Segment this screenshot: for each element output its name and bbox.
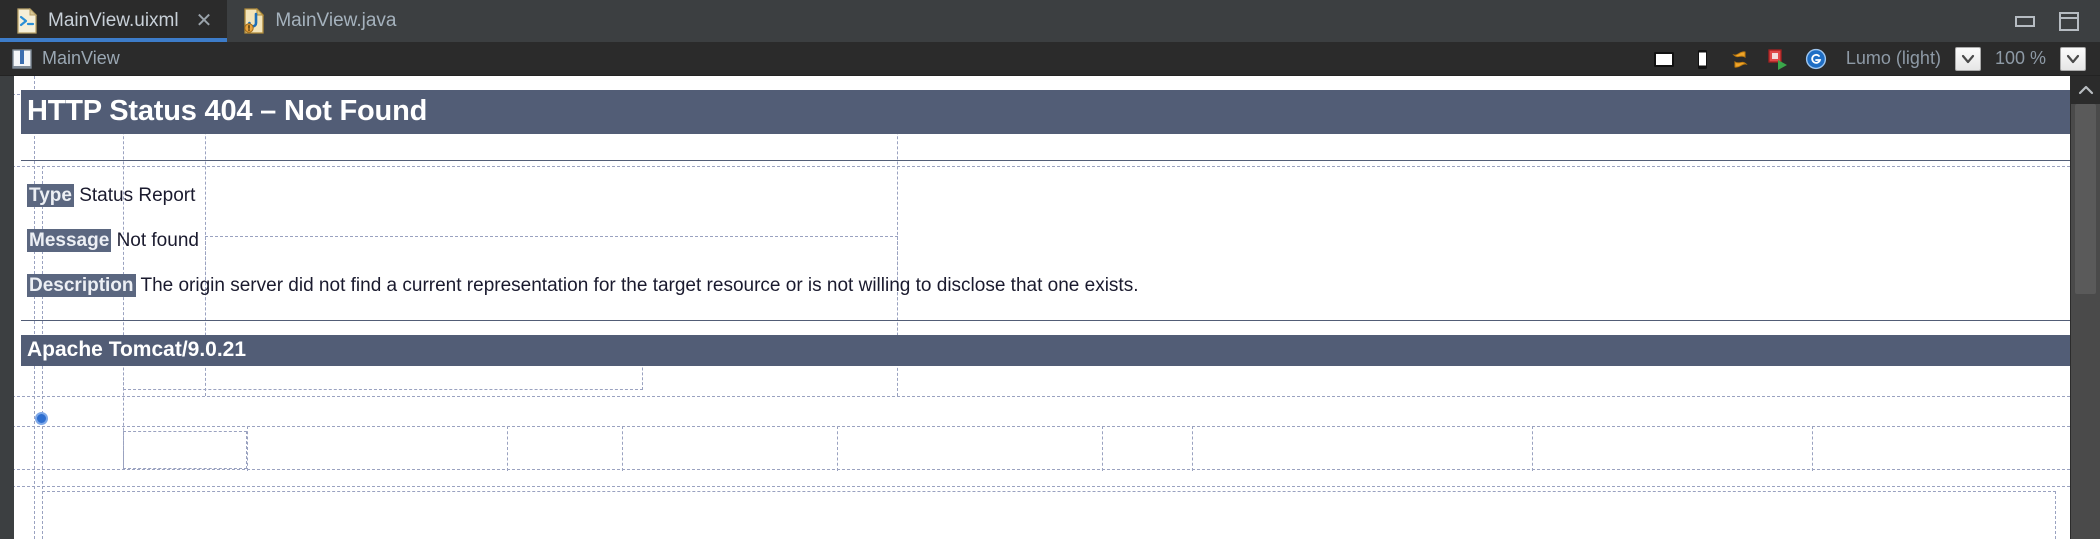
error-page: HTTP Status 404 – Not Found Type Status …: [21, 90, 2070, 367]
designer-toolbar-right: Lumo (light) 100 %: [1652, 46, 2094, 71]
theme-dropdown-button[interactable]: [1954, 46, 1981, 71]
error-row-description: Description The origin server did not fi…: [21, 269, 2070, 303]
designer-view-title: MainView: [42, 48, 120, 68]
mobile-preview-icon[interactable]: [1690, 47, 1714, 71]
tab-label: MainView.java: [275, 10, 397, 31]
maximize-restore-icon[interactable]: [2056, 10, 2082, 32]
error-row-key: Description: [27, 273, 136, 297]
theme-icon[interactable]: [1804, 47, 1828, 71]
layout-guide-vertical: [507, 426, 508, 471]
layout-guide-vertical: [622, 426, 623, 471]
design-canvas-viewport[interactable]: HTTP Status 404 – Not Found Type Status …: [7, 76, 2070, 539]
zoom-dropdown-button[interactable]: [2060, 46, 2086, 71]
error-heading: HTTP Status 404 – Not Found: [21, 90, 2070, 135]
layout-guide-vertical: [1192, 426, 1193, 471]
error-row-value: Status Report: [79, 185, 196, 207]
scroll-up-button[interactable]: [2071, 76, 2100, 104]
layout-guide-vertical: [837, 426, 838, 471]
error-row-key: Type: [27, 184, 74, 208]
error-row-type: Type Status Report: [21, 179, 2070, 213]
window-controls: [2012, 0, 2100, 42]
layout-guide-vertical: [1812, 426, 1813, 471]
uixml-file-icon: [16, 8, 38, 34]
tab-mainview-uixml[interactable]: MainView.uixml ✕: [0, 0, 228, 42]
layout-guide-vertical: [1102, 426, 1103, 471]
designer-view-icon: [10, 47, 34, 71]
theme-name-label: Lumo (light): [1845, 48, 1941, 68]
error-row-key: Message: [27, 228, 112, 252]
tab-label: MainView.uixml: [48, 10, 179, 31]
vertical-scrollbar[interactable]: [2070, 76, 2100, 539]
layout-guide-vertical: [247, 426, 248, 471]
layout-guide-region: [42, 491, 2056, 539]
layout-guide-horizontal: [7, 486, 2070, 487]
layout-guide-horizontal: [7, 469, 2070, 470]
java-file-icon: [243, 8, 265, 34]
error-divider-bottom: [21, 320, 2070, 322]
editor-tab-bar: MainView.uixml ✕ MainView.java: [0, 0, 2100, 42]
design-canvas[interactable]: HTTP Status 404 – Not Found Type Status …: [0, 76, 2100, 539]
error-row-value: The origin server did not find a current…: [140, 274, 1139, 296]
error-row-message: Message Not found: [21, 224, 2070, 258]
layout-guide-vertical: [1532, 426, 1533, 471]
error-divider: [21, 160, 2070, 162]
layout-guide-horizontal: [7, 426, 2070, 427]
desktop-preview-icon[interactable]: [1652, 47, 1676, 71]
zoom-level-label: 100 %: [1994, 48, 2046, 68]
designer-toolbar: MainView Lumo (light) 100 %: [0, 42, 2100, 76]
canvas-left-gutter: [7, 76, 14, 539]
scrollbar-thumb[interactable]: [2075, 104, 2096, 294]
error-footer: Apache Tomcat/9.0.21: [21, 335, 2070, 367]
close-icon[interactable]: ✕: [193, 11, 216, 31]
stop-run-icon[interactable]: [1766, 47, 1790, 71]
tab-mainview-java[interactable]: MainView.java: [227, 0, 408, 42]
layout-guide-horizontal: [7, 396, 2070, 397]
sync-icon[interactable]: [1728, 47, 1752, 71]
error-row-value: Not found: [116, 229, 199, 251]
selection-handle[interactable]: [35, 412, 48, 425]
minimize-icon[interactable]: [2012, 10, 2038, 32]
layout-guide-region: [123, 431, 247, 469]
